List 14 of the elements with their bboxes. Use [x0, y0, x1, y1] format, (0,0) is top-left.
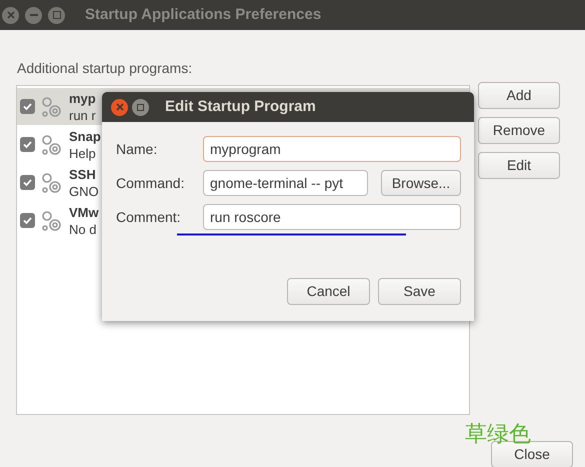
- field-label: Comment:: [116, 208, 182, 226]
- program-description: GNO: [69, 182, 99, 200]
- program-name: SSH: [69, 166, 97, 182]
- program-name: Snap: [69, 128, 101, 144]
- dialog-title: Edit Startup Program: [165, 96, 316, 117]
- list-label: Additional startup programs:: [17, 59, 194, 78]
- program-name: VMw: [69, 204, 99, 220]
- window-title: Startup Applications Preferences: [85, 4, 322, 25]
- program-description: Help: [69, 144, 97, 162]
- field-label: Name:: [116, 140, 158, 158]
- field-label: Command:: [116, 174, 186, 192]
- program-description: No d: [69, 220, 98, 238]
- program-description: run r: [69, 106, 96, 124]
- program-name: myp: [69, 90, 96, 106]
